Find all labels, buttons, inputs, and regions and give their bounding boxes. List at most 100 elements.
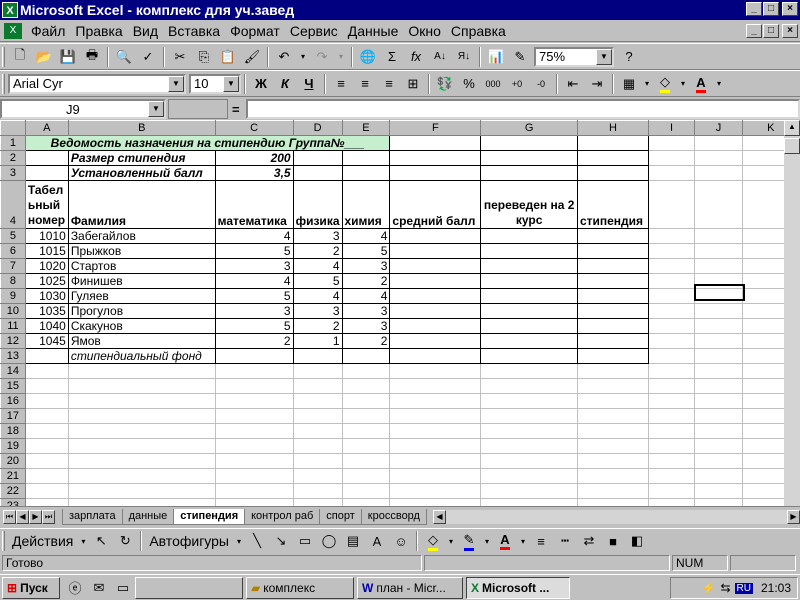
active-cell-j9[interactable] [694, 284, 745, 301]
workbook-icon[interactable]: X [4, 22, 22, 39]
last-sheet-icon[interactable]: ⏭ [42, 509, 55, 524]
increase-indent-icon[interactable]: ⇥ [586, 73, 608, 95]
fill-dropdown-icon[interactable]: ▾ [678, 73, 688, 95]
cell-tabel-number[interactable]: 1015 [24, 243, 69, 259]
cell-empty[interactable] [292, 468, 343, 484]
menu-format[interactable]: Формат [225, 23, 285, 39]
cell-empty[interactable] [214, 483, 294, 499]
cell-empty[interactable] [214, 453, 294, 469]
textbox-icon[interactable]: ▤ [342, 530, 364, 552]
cell-empty[interactable] [24, 363, 69, 379]
taskbar-excel-button[interactable]: X Microsoft ... [466, 576, 570, 599]
menu-window[interactable]: Окно [403, 23, 446, 39]
cell-avg[interactable] [389, 333, 482, 349]
arrow-icon[interactable]: ↘ [270, 530, 292, 552]
function-icon[interactable]: fx [405, 46, 427, 68]
header-transfer[interactable]: переведен на 2 курс [480, 180, 578, 229]
cell-math[interactable]: 5 [214, 318, 294, 334]
cell-empty[interactable] [694, 498, 743, 506]
cell-empty[interactable] [694, 243, 743, 259]
formula-input[interactable] [245, 99, 800, 119]
chevron-down-icon[interactable]: ▾ [482, 530, 492, 552]
cell-name[interactable]: Прыжков [67, 243, 216, 259]
cell-empty[interactable] [292, 438, 343, 454]
cell-empty[interactable] [647, 303, 696, 319]
cell-empty[interactable] [341, 438, 391, 454]
drawing-icon[interactable]: ✎ [509, 46, 531, 68]
col-header-g[interactable]: G [480, 120, 578, 136]
cell-empty[interactable] [694, 438, 743, 454]
cell-empty[interactable] [576, 498, 649, 506]
cell-chemistry[interactable]: 4 [341, 288, 391, 304]
cell-empty[interactable] [214, 393, 294, 409]
decrease-indent-icon[interactable]: ⇤ [562, 73, 584, 95]
stipend-value[interactable]: 200 [214, 150, 294, 166]
row-header[interactable]: 20 [0, 453, 26, 469]
cell-empty[interactable] [694, 393, 743, 409]
cell-math[interactable]: 2 [214, 333, 294, 349]
row-header[interactable]: 13 [0, 348, 26, 364]
cell-empty[interactable] [647, 408, 696, 424]
menu-view[interactable]: Вид [128, 23, 163, 39]
cell-empty[interactable] [292, 483, 343, 499]
cell-transfer[interactable] [480, 258, 578, 274]
quicklaunch-desktop-icon[interactable]: ▭ [112, 577, 134, 599]
cell-avg[interactable] [389, 228, 482, 244]
cell-empty[interactable] [24, 453, 69, 469]
cell-empty[interactable] [292, 408, 343, 424]
cell-avg[interactable] [389, 303, 482, 319]
cell-empty[interactable] [389, 408, 482, 424]
cell-empty[interactable] [292, 363, 343, 379]
cell-empty[interactable] [341, 423, 391, 439]
fill-color-icon[interactable]: ◇ [654, 73, 676, 95]
header-tabel[interactable]: Табел ьный номер [24, 180, 69, 229]
cell-empty[interactable] [67, 408, 216, 424]
cell-transfer[interactable] [480, 228, 578, 244]
cell-transfer[interactable] [480, 288, 578, 304]
cell-chemistry[interactable]: 3 [341, 258, 391, 274]
cell-empty[interactable] [67, 363, 216, 379]
cell-tabel-number[interactable]: 1045 [24, 333, 69, 349]
actions-menu[interactable]: Действия [8, 533, 77, 549]
cell-empty[interactable] [576, 363, 649, 379]
font-color-dropdown-icon[interactable]: ▾ [714, 73, 724, 95]
font-combo[interactable]: Arial Cyr ▼ [8, 73, 186, 94]
cell-empty[interactable] [480, 378, 578, 394]
cell-empty[interactable] [24, 393, 69, 409]
cell-empty[interactable] [694, 258, 743, 274]
chevron-down-icon[interactable]: ▼ [596, 48, 612, 65]
cell-math[interactable]: 4 [214, 273, 294, 289]
cell-empty[interactable] [647, 378, 696, 394]
clipart-icon[interactable]: ☺ [390, 530, 412, 552]
menu-help[interactable]: Справка [446, 23, 511, 39]
horizontal-scrollbar[interactable] [445, 509, 787, 524]
cell-empty[interactable] [694, 453, 743, 469]
cell-tabel-number[interactable]: 1025 [24, 273, 69, 289]
taskbar-blank[interactable] [135, 576, 243, 599]
cell-empty[interactable] [214, 468, 294, 484]
cell-physics[interactable]: 3 [292, 303, 343, 319]
cell-math[interactable]: 5 [214, 243, 294, 259]
open-icon[interactable]: 📂 [33, 46, 55, 68]
cell-empty[interactable] [576, 453, 649, 469]
cut-icon[interactable]: ✂ [169, 46, 191, 68]
prev-sheet-icon[interactable]: ◀ [16, 509, 29, 524]
cell-chemistry[interactable]: 3 [341, 303, 391, 319]
cell-empty[interactable] [67, 483, 216, 499]
row-header[interactable]: 8 [0, 273, 26, 289]
tray-app-icon[interactable]: ⚡ [702, 581, 717, 595]
cell-empty[interactable] [214, 438, 294, 454]
cell-empty[interactable] [389, 438, 482, 454]
cell-empty[interactable] [214, 408, 294, 424]
cell-empty[interactable] [389, 378, 482, 394]
chevron-down-icon[interactable]: ▼ [168, 75, 184, 92]
align-center-icon[interactable]: ≡ [354, 73, 376, 95]
save-icon[interactable]: 💾 [57, 46, 79, 68]
cell-math[interactable]: 4 [214, 228, 294, 244]
tab-sport[interactable]: спорт [319, 508, 362, 525]
cell-stipend[interactable] [576, 258, 649, 274]
fund-label[interactable]: стипендиальный фонд [67, 348, 216, 364]
cell-stipend[interactable] [576, 318, 649, 334]
close-button[interactable]: × [782, 2, 798, 16]
cell-avg[interactable] [389, 318, 482, 334]
